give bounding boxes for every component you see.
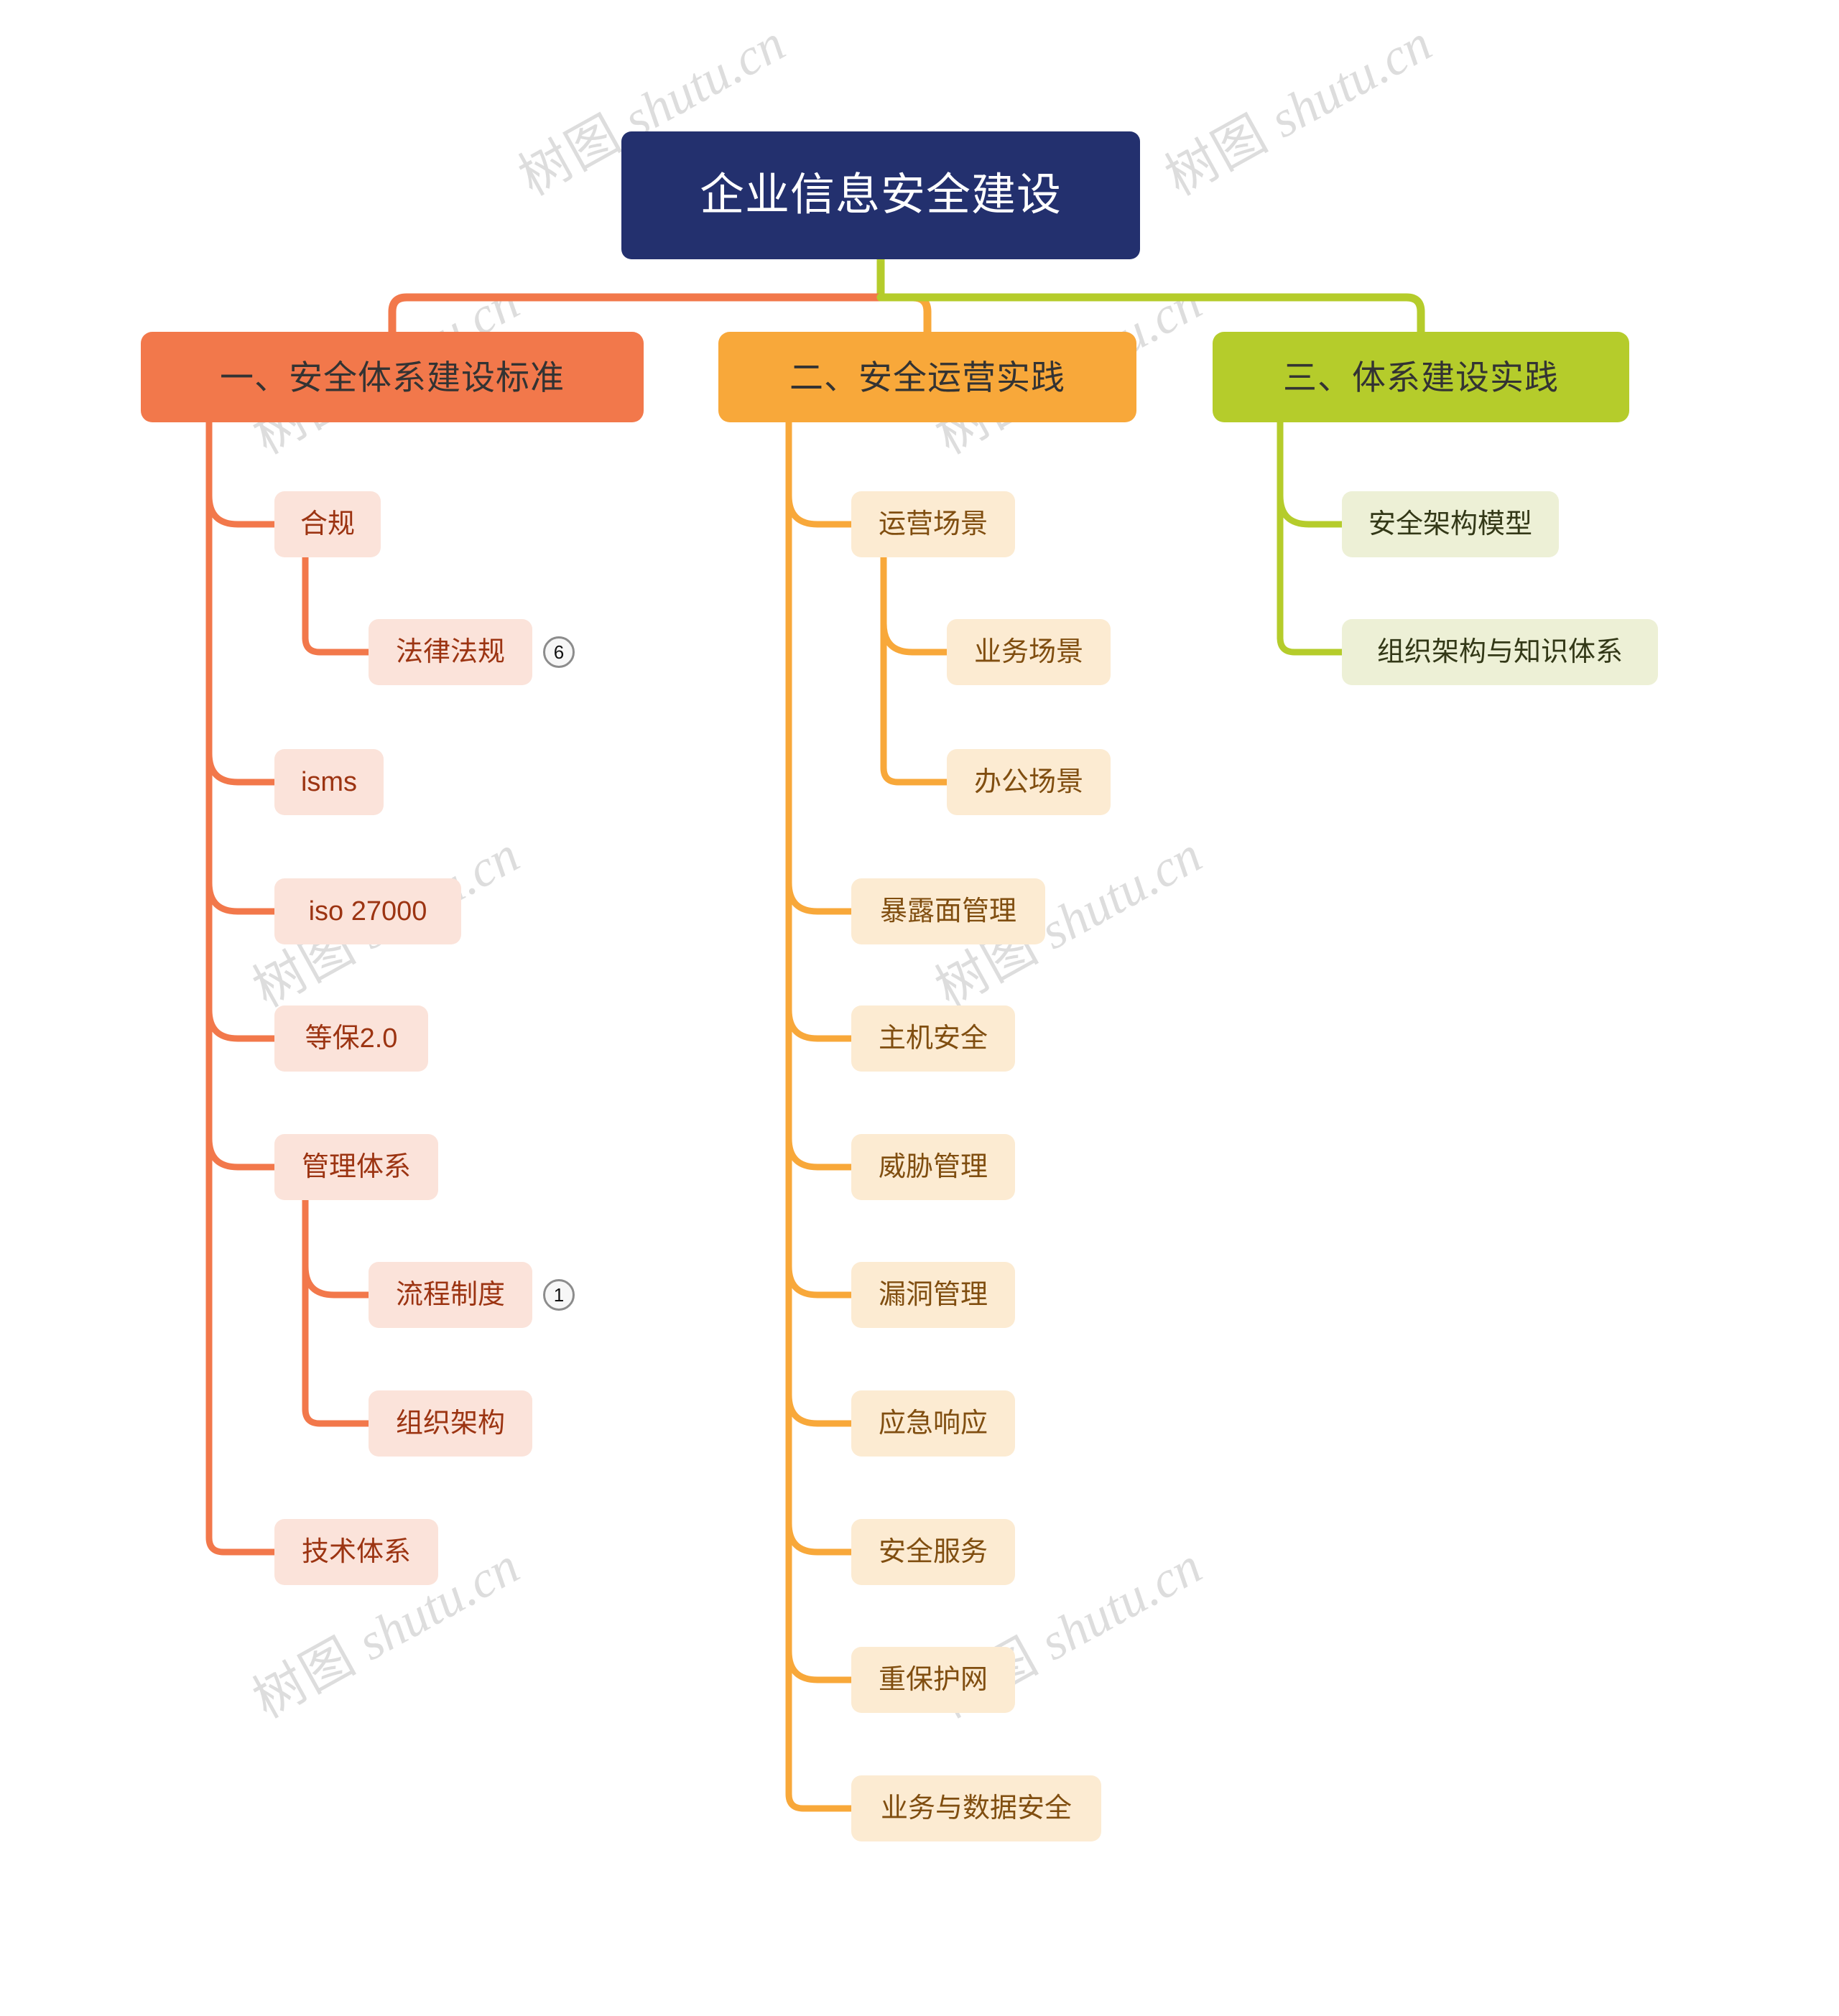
count-badge-process[interactable]: 1	[543, 1279, 575, 1311]
branch-node-2[interactable]: 二、安全运营实践	[718, 332, 1136, 422]
leaf-node-technical-system[interactable]: 技术体系	[274, 1519, 438, 1585]
leaf-node-operation-scenario[interactable]: 运营场景	[851, 491, 1015, 557]
leaf-node-security-architecture-model[interactable]: 安全架构模型	[1342, 491, 1559, 557]
count-badge-laws[interactable]: 6	[543, 636, 575, 668]
leaf-node-office-scenario[interactable]: 办公场景	[947, 749, 1111, 815]
leaf-node-isms[interactable]: isms	[274, 749, 384, 815]
leaf-node-business-data-security[interactable]: 业务与数据安全	[851, 1775, 1101, 1841]
leaf-node-security-service[interactable]: 安全服务	[851, 1519, 1015, 1585]
root-node[interactable]: 企业信息安全建设	[621, 131, 1140, 259]
leaf-node-attack-surface-management[interactable]: 暴露面管理	[851, 878, 1045, 944]
leaf-node-dengbao-2[interactable]: 等保2.0	[274, 1005, 428, 1072]
node-layer: 企业信息安全建设 一、安全体系建设标准 二、安全运营实践 三、体系建设实践 合规…	[0, 0, 1839, 2016]
leaf-node-org-and-knowledge-system[interactable]: 组织架构与知识体系	[1342, 619, 1658, 685]
leaf-node-business-scenario[interactable]: 业务场景	[947, 619, 1111, 685]
leaf-node-management-system[interactable]: 管理体系	[274, 1134, 438, 1200]
leaf-node-major-event-defense[interactable]: 重保护网	[851, 1647, 1015, 1713]
leaf-node-process-policy[interactable]: 流程制度	[369, 1262, 532, 1328]
branch-node-1[interactable]: 一、安全体系建设标准	[141, 332, 644, 422]
leaf-node-threat-management[interactable]: 威胁管理	[851, 1134, 1015, 1200]
leaf-node-vulnerability-management[interactable]: 漏洞管理	[851, 1262, 1015, 1328]
leaf-node-incident-response[interactable]: 应急响应	[851, 1390, 1015, 1457]
leaf-node-iso-27000[interactable]: iso 27000	[274, 878, 461, 944]
leaf-node-host-security[interactable]: 主机安全	[851, 1005, 1015, 1072]
leaf-node-org-structure[interactable]: 组织架构	[369, 1390, 532, 1457]
leaf-node-compliance[interactable]: 合规	[274, 491, 381, 557]
branch-node-3[interactable]: 三、体系建设实践	[1213, 332, 1629, 422]
mindmap-canvas: 树图 shutu.cn树图 shutu.cn树图 shutu.cn树图 shut…	[0, 0, 1839, 2016]
leaf-node-laws-regulations[interactable]: 法律法规	[369, 619, 532, 685]
